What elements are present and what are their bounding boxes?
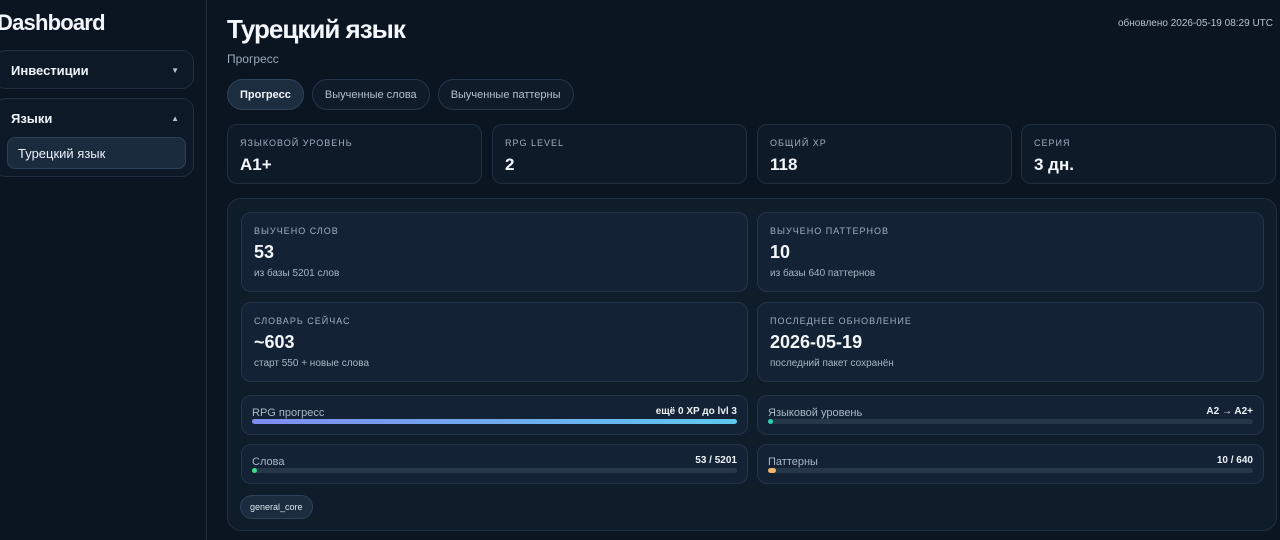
progress-patterns: Паттерны 10 / 640 [757,444,1264,484]
stat-card-rpg-level: RPG LEVEL 2 [492,124,747,184]
tab-progress[interactable]: Прогресс [227,79,304,110]
stat-card-total-xp: ОБЩИЙ XP 118 [757,124,1012,184]
page-subtitle: Прогресс [227,52,279,66]
chevron-up-icon: ▲ [171,114,179,123]
stat-label: СЕРИЯ [1034,138,1071,148]
card-last-update: ПОСЛЕДНЕЕ ОБНОВЛЕНИЕ 2026-05-19 последни… [757,302,1264,382]
card-patterns-learned: ВЫУЧЕНО ПАТТЕРНОВ 10 из базы 640 паттерн… [757,212,1264,292]
progress-fill [768,468,776,473]
card-label: СЛОВАРЬ СЕЙЧАС [254,316,351,326]
card-label: ВЫУЧЕНО СЛОВ [254,226,339,236]
progress-track [252,468,737,473]
progress-fill [252,468,257,473]
card-value: 10 [770,242,791,262]
progress-language-level: Языковой уровень A2 → A2+ [757,395,1264,435]
tab-learned-words[interactable]: Выученные слова [311,79,430,110]
sidebar-item-turkish[interactable]: Турецкий язык [7,137,186,169]
card-note: последний пакет сохранён [770,358,894,369]
stat-label: RPG LEVEL [505,138,565,148]
brand-title: Dashboard [0,10,106,35]
progress-value: 10 / 640 [1216,455,1253,466]
nav-group-label: Языки [11,111,53,126]
stat-card-streak: СЕРИЯ 3 дн. [1021,124,1276,184]
nav-group-header[interactable]: Инвестиции ▼ [11,63,179,78]
tab-bar: Прогресс Выученные слова Выученные патте… [227,79,574,110]
stat-card-language-level: ЯЗЫКОВОЙ УРОВЕНЬ A1+ [227,124,482,184]
page-title: Турецкий язык [227,14,406,44]
stat-value: 118 [770,155,798,174]
card-label: ПОСЛЕДНЕЕ ОБНОВЛЕНИЕ [770,316,912,326]
progress-rpg: RPG прогресс ещё 0 XP до lvl 3 [241,395,748,435]
card-note: из базы 640 паттернов [770,268,876,279]
progress-track [768,419,1253,424]
progress-words: Слова 53 / 5201 [241,444,748,484]
card-value: ~603 [254,332,295,352]
tag-chip[interactable]: general_core [240,495,313,519]
stat-value: 2 [505,155,515,174]
progress-track [768,468,1253,473]
tab-learned-patterns[interactable]: Выученные паттерны [437,79,574,110]
progress-value: 53 / 5201 [695,455,737,466]
progress-fill [768,419,773,424]
sidebar: Dashboard Инвестиции ▼ Языки ▲ Турецкий … [0,0,207,540]
progress-label: Языковой уровень [768,407,863,419]
progress-value: A2 → A2+ [1206,406,1253,417]
nav-group-investments[interactable]: Инвестиции ▼ [0,50,194,89]
card-vocabulary-now: СЛОВАРЬ СЕЙЧАС ~603 старт 550 + новые сл… [241,302,748,382]
stat-label: ЯЗЫКОВОЙ УРОВЕНЬ [240,138,353,148]
card-note: из базы 5201 слов [254,268,340,279]
progress-label: Паттерны [768,456,818,468]
card-note: старт 550 + новые слова [254,358,370,369]
stat-value: A1+ [240,155,272,174]
stat-label: ОБЩИЙ XP [770,138,827,148]
card-value: 53 [254,242,275,262]
progress-value: ещё 0 XP до lvl 3 [655,406,737,417]
progress-panel: ВЫУЧЕНО СЛОВ 53 из базы 5201 слов ВЫУЧЕН… [227,198,1277,531]
nav-group-label: Инвестиции [11,63,89,78]
progress-fill [252,419,737,424]
nav-group-languages[interactable]: Языки ▲ Турецкий язык [0,98,194,177]
card-label: ВЫУЧЕНО ПАТТЕРНОВ [770,226,889,236]
updated-timestamp: обновлено 2026-05-19 08:29 UTC [1118,18,1273,29]
card-words-learned: ВЫУЧЕНО СЛОВ 53 из базы 5201 слов [241,212,748,292]
progress-track [252,419,737,424]
nav-group-header[interactable]: Языки ▲ [11,111,179,126]
card-value: 2026-05-19 [770,332,863,352]
progress-label: Слова [252,456,285,468]
progress-label: RPG прогресс [252,407,325,419]
chevron-down-icon: ▼ [171,66,179,75]
stat-value: 3 дн. [1034,155,1074,174]
